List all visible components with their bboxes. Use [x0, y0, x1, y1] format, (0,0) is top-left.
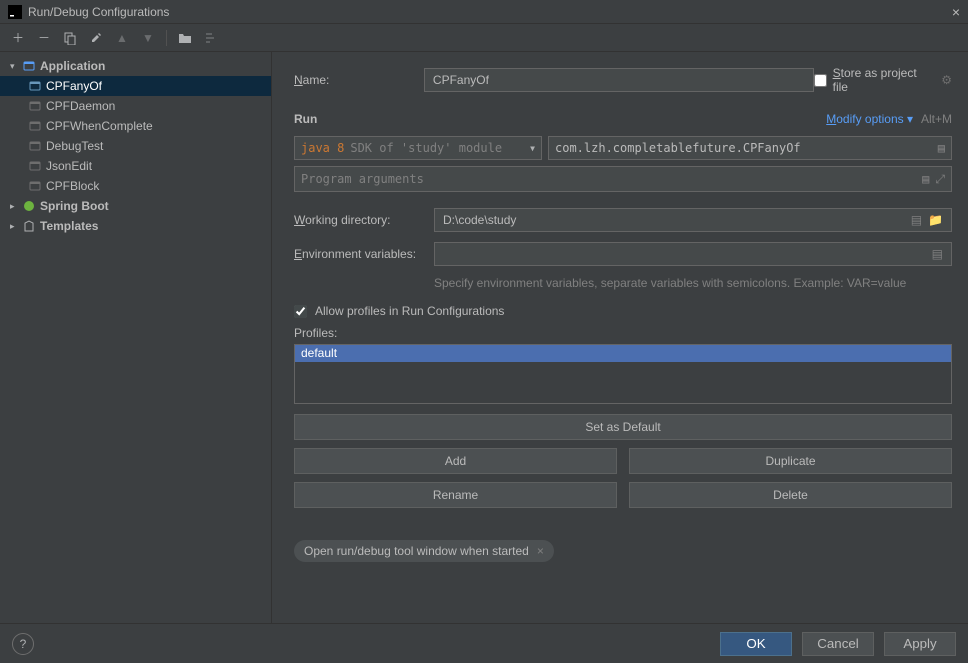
env-help-text: Specify environment variables, separate …	[434, 276, 952, 290]
list-icon[interactable]: ▤	[911, 213, 922, 227]
expand-icon[interactable]: ⤢	[935, 172, 945, 187]
env-row: Environment variables: ▤	[294, 242, 952, 266]
working-dir-value: D:\code\study	[443, 213, 516, 227]
set-default-button[interactable]: Set as Default	[294, 414, 952, 440]
jre-prefix: java 8	[301, 141, 344, 155]
gear-icon[interactable]: ⚙	[941, 73, 952, 87]
jre-row: java 8 SDK of 'study' module ▼ com.lzh.c…	[294, 136, 952, 160]
remove-tag-icon[interactable]: ×	[537, 544, 544, 558]
run-title: Run	[294, 112, 317, 126]
config-form: Name: Store as project file ⚙ Run Modify…	[272, 52, 968, 623]
jre-combo[interactable]: java 8 SDK of 'study' module ▼	[294, 136, 542, 160]
application-icon	[22, 59, 36, 73]
jre-suffix: SDK of 'study' module	[350, 141, 530, 155]
expand-icon: ▸	[10, 201, 22, 212]
tree-label: Spring Boot	[40, 199, 109, 213]
tag-text: Open run/debug tool window when started	[304, 544, 529, 558]
program-arguments-field[interactable]: Program arguments ▤ ⤢	[294, 166, 952, 192]
help-button[interactable]: ?	[12, 633, 34, 655]
tree-item-cpfblock[interactable]: CPFBlock	[0, 176, 271, 196]
name-label: Name:	[294, 73, 424, 87]
tree-item-jsonedit[interactable]: JsonEdit	[0, 156, 271, 176]
allow-profiles-checkbox[interactable]	[294, 305, 307, 318]
edit-config-button[interactable]	[88, 31, 104, 45]
modify-shortcut: Alt+M	[921, 112, 952, 126]
profile-item-default[interactable]: default	[295, 345, 951, 362]
allow-profiles-label: Allow profiles in Run Configurations	[315, 304, 504, 318]
tree-label: Templates	[40, 219, 98, 233]
list-icon[interactable]: ▤	[932, 247, 943, 261]
duplicate-profile-button[interactable]: Duplicate	[629, 448, 952, 474]
move-down-button[interactable]: ▼	[140, 31, 156, 45]
tree-label: CPFBlock	[46, 179, 99, 193]
list-icon[interactable]: ▤	[938, 141, 945, 155]
tree-node-application[interactable]: ▾ Application	[0, 56, 271, 76]
add-profile-button[interactable]: Add	[294, 448, 617, 474]
tree-item-debugtest[interactable]: DebugTest	[0, 136, 271, 156]
modify-options-link[interactable]: Modify options ▾	[826, 112, 913, 126]
copy-config-button[interactable]	[62, 31, 78, 45]
main-class-text: com.lzh.completablefuture.CPFanyOf	[555, 141, 801, 155]
close-icon[interactable]: ×	[952, 4, 960, 20]
store-checkbox[interactable]	[814, 74, 827, 87]
add-config-button[interactable]: ＋	[10, 29, 26, 46]
titlebar: Run/Debug Configurations ×	[0, 0, 968, 24]
tree-label: CPFDaemon	[46, 99, 115, 113]
env-input[interactable]: ▤	[434, 242, 952, 266]
move-up-button[interactable]: ▲	[114, 31, 130, 45]
application-icon	[28, 179, 42, 193]
tree-label: CPFWhenComplete	[46, 119, 153, 133]
intellij-icon	[8, 5, 22, 19]
spring-icon	[22, 199, 36, 213]
toolbar-separator	[166, 30, 167, 46]
tree-label: CPFanyOf	[46, 79, 102, 93]
rename-profile-button[interactable]: Rename	[294, 482, 617, 508]
apply-button[interactable]: Apply	[884, 632, 956, 656]
main-class-field[interactable]: com.lzh.completablefuture.CPFanyOf ▤	[548, 136, 952, 160]
expand-icon: ▸	[10, 221, 22, 232]
env-label: Environment variables:	[294, 247, 434, 261]
expand-icon: ▾	[10, 61, 22, 72]
allow-profiles-row[interactable]: Allow profiles in Run Configurations	[294, 304, 952, 318]
run-section-header: Run Modify options ▾ Alt+M	[294, 112, 952, 126]
store-as-project-file[interactable]: Store as project file ⚙	[814, 66, 952, 94]
application-icon	[28, 99, 42, 113]
tree-item-cpfdaemon[interactable]: CPFDaemon	[0, 96, 271, 116]
tree-label: JsonEdit	[46, 159, 92, 173]
application-icon	[28, 159, 42, 173]
name-input[interactable]	[424, 68, 814, 92]
sort-button[interactable]	[203, 32, 219, 44]
program-arguments-placeholder: Program arguments	[301, 172, 424, 186]
cancel-button[interactable]: Cancel	[802, 632, 874, 656]
delete-profile-button[interactable]: Delete	[629, 482, 952, 508]
tree-node-templates[interactable]: ▸ Templates	[0, 216, 271, 236]
config-tree: ▾ Application CPFanyOf CPFDaemon CPFWhen…	[0, 52, 272, 623]
profiles-label: Profiles:	[294, 326, 952, 340]
working-dir-label: Working directory:	[294, 213, 434, 227]
working-dir-input[interactable]: D:\code\study ▤ 📁	[434, 208, 952, 232]
remove-config-button[interactable]: －	[36, 29, 52, 46]
ok-button[interactable]: OK	[720, 632, 792, 656]
application-icon	[28, 139, 42, 153]
tree-node-springboot[interactable]: ▸ Spring Boot	[0, 196, 271, 216]
tree-item-cpfwhencomplete[interactable]: CPFWhenComplete	[0, 116, 271, 136]
chevron-down-icon: ▼	[530, 144, 535, 153]
config-toolbar: ＋ － ▲ ▼	[0, 24, 968, 52]
window-title: Run/Debug Configurations	[28, 5, 952, 19]
application-icon	[28, 119, 42, 133]
dialog-buttons: ? OK Cancel Apply	[0, 623, 968, 663]
list-icon[interactable]: ▤	[922, 172, 929, 187]
tree-item-cpfanyof[interactable]: CPFanyOf	[0, 76, 271, 96]
name-row: Name: Store as project file ⚙	[294, 66, 952, 94]
folder-button[interactable]	[177, 32, 193, 44]
tree-label: DebugTest	[46, 139, 103, 153]
working-dir-row: Working directory: D:\code\study ▤ 📁	[294, 208, 952, 232]
open-tool-window-tag[interactable]: Open run/debug tool window when started …	[294, 540, 554, 562]
main-area: ▾ Application CPFanyOf CPFDaemon CPFWhen…	[0, 52, 968, 623]
tree-label: Application	[40, 59, 105, 73]
templates-icon	[22, 219, 36, 233]
folder-icon[interactable]: 📁	[928, 213, 943, 227]
profiles-list[interactable]: default	[294, 344, 952, 404]
application-icon	[28, 79, 42, 93]
